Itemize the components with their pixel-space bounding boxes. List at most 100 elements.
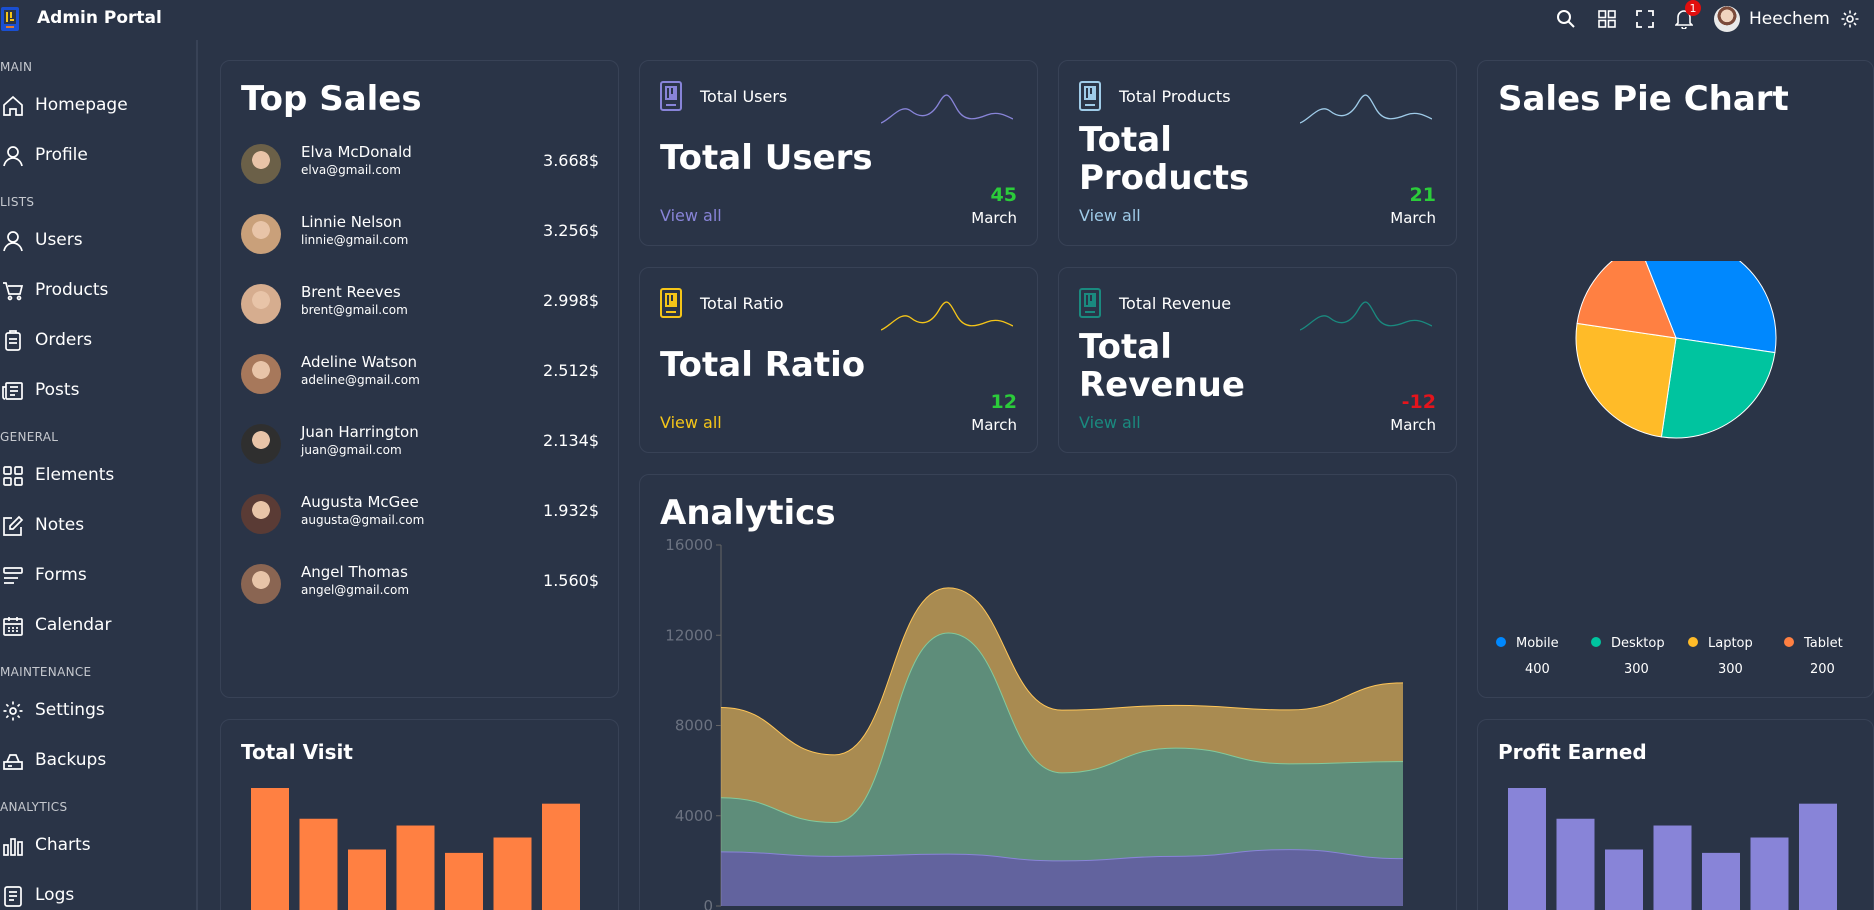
sidebar-item-products[interactable]: Products [0, 275, 190, 305]
user-icon [3, 231, 23, 252]
profit-earned-card: Profit Earned [1477, 719, 1874, 910]
bar[interactable] [1605, 849, 1643, 910]
search-icon[interactable] [1555, 8, 1577, 30]
avatar [241, 494, 281, 534]
table-row[interactable]: Linnie Nelson linnie@gmail.com 3.256$ [241, 208, 599, 258]
bar[interactable] [1508, 788, 1546, 910]
box-small-title: Total Ratio [700, 294, 784, 313]
table-row[interactable]: Adeline Watson adeline@gmail.com 2.512$ [241, 348, 599, 398]
bar[interactable] [348, 849, 386, 910]
sidebar: MAIN Homepage Profile LISTS Users Produc… [0, 40, 198, 910]
bar[interactable] [1556, 818, 1595, 910]
edit-icon [3, 515, 24, 536]
legend-label: Tablet [1804, 636, 1843, 651]
bar[interactable] [299, 818, 338, 910]
pie-slice-laptop[interactable] [1575, 322, 1677, 438]
box-big-title: Total Ratio [660, 345, 866, 385]
legend-dot [1688, 637, 1698, 647]
bar[interactable] [493, 837, 532, 910]
sidebar-item-charts[interactable]: Charts [0, 830, 190, 860]
bell-icon[interactable]: 1 [1673, 0, 1701, 30]
username[interactable]: Heechem [1749, 9, 1830, 29]
avatar [241, 284, 281, 324]
profit-earned-bar-chart [1508, 788, 1837, 910]
sidebar-item-notes[interactable]: Notes [0, 510, 190, 540]
sidebar-item-users[interactable]: Users [0, 225, 190, 255]
sparkline-chart [1300, 301, 1432, 331]
sidebar-item-homepage[interactable]: Homepage [0, 90, 190, 120]
legend-value: 200 [1810, 662, 1835, 677]
sidebar-item-label: Products [35, 280, 109, 300]
legend-label: Mobile [1516, 636, 1559, 651]
app-title[interactable]: Admin Portal [37, 8, 162, 28]
box-month: March [971, 416, 1017, 434]
apps-icon[interactable] [1596, 8, 1618, 30]
bar[interactable] [251, 788, 289, 910]
avatar [241, 424, 281, 464]
sidebar-item-logs[interactable]: Logs [0, 880, 190, 910]
fullscreen-icon[interactable] [1634, 8, 1656, 30]
table-row[interactable]: Elva McDonald elva@gmail.com 3.668$ [241, 138, 599, 188]
table-row[interactable]: Augusta McGee augusta@gmail.com 1.932$ [241, 488, 599, 538]
sidebar-item-posts[interactable]: Posts [0, 375, 190, 405]
pie-legend: Mobile 400 Desktop 300 Laptop 300 Tablet… [1496, 636, 1856, 686]
bar[interactable] [1653, 825, 1692, 910]
sale-user-name: Adeline Watson [301, 353, 418, 371]
legend-item-laptop: Laptop [1688, 636, 1753, 651]
calendar-icon [3, 617, 23, 636]
sidebar-item-settings[interactable]: Settings [0, 695, 190, 725]
sale-user-name: Linnie Nelson [301, 213, 402, 231]
y-tick-label: 12000 [665, 626, 713, 644]
avatar [241, 144, 281, 184]
legend-label: Desktop [1611, 636, 1665, 651]
sidebar-item-label: Calendar [35, 615, 112, 635]
box-big-title: Total Users [660, 138, 873, 178]
y-tick-label: 4000 [675, 807, 713, 825]
avatar[interactable] [1714, 6, 1740, 32]
sale-user-email: augusta@gmail.com [301, 513, 425, 527]
table-row[interactable]: Angel Thomas angel@gmail.com 1.560$ [241, 558, 599, 608]
pie-chart-card: Sales Pie Chart Mobile 400 Desktop 300 L… [1477, 60, 1874, 698]
bar[interactable] [1799, 803, 1837, 910]
bar[interactable] [1702, 852, 1740, 910]
sale-amount: 3.668$ [543, 151, 599, 170]
view-all-link[interactable]: View all [1079, 413, 1141, 432]
settings-icon[interactable] [1839, 8, 1861, 30]
view-all-link[interactable]: View all [660, 206, 722, 225]
sale-user-name: Augusta McGee [301, 493, 419, 511]
sale-user-email: juan@gmail.com [301, 443, 402, 457]
sidebar-item-calendar[interactable]: Calendar [0, 610, 190, 640]
box-number: 45 [990, 184, 1017, 206]
box-big-title: Total Revenue [1079, 327, 1245, 405]
table-row[interactable]: Juan Harrington juan@gmail.com 2.134$ [241, 418, 599, 468]
bar[interactable] [1750, 837, 1789, 910]
sparkline-chart [881, 94, 1013, 124]
table-row[interactable]: Brent Reeves brent@gmail.com 2.998$ [241, 278, 599, 328]
news-icon [2, 382, 23, 400]
sparkline-chart [881, 301, 1013, 331]
analytics-card: Analytics 0 4000 8000 12000 16000 [639, 474, 1457, 910]
box-small-title: Total Users [700, 87, 788, 106]
sidebar-section-maintenance: MAINTENANCE [0, 665, 92, 679]
sidebar-item-orders[interactable]: Orders [0, 325, 190, 355]
sale-user-name: Juan Harrington [301, 423, 419, 441]
sidebar-item-elements[interactable]: Elements [0, 460, 190, 490]
sidebar-item-profile[interactable]: Profile [0, 140, 190, 170]
sidebar-item-backups[interactable]: Backups [0, 745, 190, 775]
sale-user-email: adeline@gmail.com [301, 373, 420, 387]
avatar [241, 564, 281, 604]
sidebar-item-forms[interactable]: Forms [0, 560, 190, 590]
bar[interactable] [396, 825, 435, 910]
box-month: March [971, 209, 1017, 227]
sale-user-email: angel@gmail.com [301, 583, 410, 597]
bar[interactable] [445, 852, 483, 910]
sidebar-item-label: Notes [35, 515, 85, 535]
view-all-link[interactable]: View all [1079, 206, 1141, 225]
bar[interactable] [542, 803, 580, 910]
stat-box-users: Total Users Total Users View all 45 March [639, 60, 1038, 246]
notification-badge: 1 [1685, 0, 1701, 16]
pie-slice-desktop[interactable] [1660, 337, 1776, 439]
sidebar-item-label: Elements [35, 465, 115, 485]
view-all-link[interactable]: View all [660, 413, 722, 432]
box-small-title: Total Revenue [1119, 294, 1232, 313]
